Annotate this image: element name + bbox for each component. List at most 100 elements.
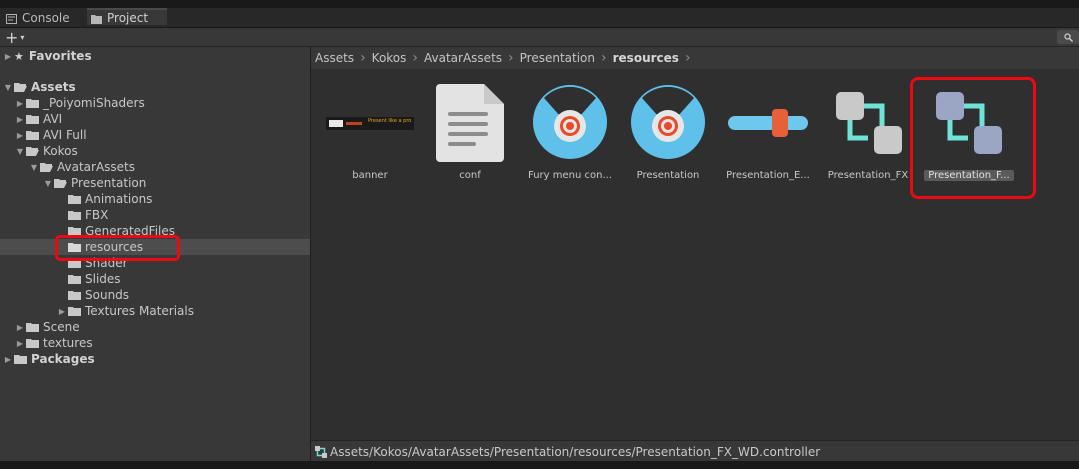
breadcrumb-item[interactable]: Presentation bbox=[520, 51, 595, 65]
search-button[interactable] bbox=[1057, 30, 1079, 44]
tree-item-label: Textures Materials bbox=[85, 304, 194, 318]
tree-item-label: Sounds bbox=[85, 288, 130, 302]
create-button[interactable]: + ▾ bbox=[5, 27, 25, 47]
tree-item-label: Kokos bbox=[43, 144, 78, 158]
tree-item-sounds[interactable]: Sounds bbox=[0, 287, 310, 303]
tree-item-label: AVI Full bbox=[43, 128, 87, 142]
tree-assets[interactable]: ▼ Assets bbox=[0, 79, 310, 95]
asset-banner[interactable]: Present like a pro banner bbox=[322, 80, 418, 190]
tree-item-slides[interactable]: Slides bbox=[0, 271, 310, 287]
tab-console[interactable]: Console bbox=[6, 8, 70, 27]
star-icon: ★ bbox=[14, 49, 24, 63]
folder-icon bbox=[26, 338, 39, 348]
window-bottom-strip bbox=[0, 461, 1079, 469]
folder-open-icon bbox=[14, 82, 27, 92]
tree-item-label: textures bbox=[43, 336, 93, 350]
asset-presentation[interactable]: Presentation bbox=[620, 80, 716, 190]
tree-item-scene[interactable]: ▶ Scene bbox=[0, 319, 310, 335]
tree-packages[interactable]: ▶ Packages bbox=[0, 351, 310, 367]
tab-bar: Console Project bbox=[0, 8, 1079, 28]
tree-item-label: Presentation bbox=[71, 176, 147, 190]
tab-project[interactable]: Project bbox=[87, 8, 167, 25]
folder-icon bbox=[68, 290, 81, 300]
avatar-mask-icon bbox=[631, 85, 705, 159]
status-bar: Assets/Kokos/AvatarAssets/Presentation/r… bbox=[311, 440, 1079, 462]
tree-item-avi[interactable]: ▶ AVI bbox=[0, 111, 310, 127]
tree-item-label: FBX bbox=[85, 208, 109, 222]
folder-icon bbox=[26, 98, 39, 108]
highlight-resources-folder bbox=[55, 235, 180, 261]
tree-packages-label: Packages bbox=[31, 352, 95, 366]
folder-icon bbox=[68, 194, 81, 204]
chevron-right-icon: › bbox=[508, 50, 514, 66]
capsule-icon bbox=[728, 109, 808, 137]
tree-item-poiyomi[interactable]: ▶ _PoiyomiShaders bbox=[0, 95, 310, 111]
tree-item-label: Scene bbox=[43, 320, 80, 334]
tree-item-label: Animations bbox=[85, 192, 153, 206]
tree-item-presentation[interactable]: ▼ Presentation bbox=[0, 175, 310, 191]
search-icon bbox=[1063, 32, 1073, 42]
chevron-right-icon: › bbox=[412, 50, 419, 66]
tree-item-kokos[interactable]: ▼ Kokos bbox=[0, 143, 310, 159]
tree-item-avatarassets[interactable]: ▼ AvatarAssets bbox=[0, 159, 310, 175]
asset-fury-menu[interactable]: Fury menu con... bbox=[522, 80, 618, 190]
project-toolbar: + ▾ bbox=[0, 28, 1079, 47]
chevron-down-icon[interactable]: ▼ bbox=[42, 179, 54, 188]
chevron-right-icon[interactable]: ▶ bbox=[14, 115, 26, 124]
chevron-down-icon[interactable]: ▼ bbox=[28, 163, 40, 172]
chevron-down-icon: ▾ bbox=[20, 32, 25, 42]
chevron-down-icon[interactable]: ▼ bbox=[14, 147, 26, 156]
chevron-right-icon: › bbox=[684, 50, 691, 66]
banner-thumbnail: Present like a pro bbox=[326, 117, 414, 130]
folder-icon bbox=[26, 114, 39, 124]
folder-icon bbox=[26, 130, 39, 140]
folder-icon bbox=[14, 354, 27, 364]
chevron-right-icon[interactable]: ▶ bbox=[2, 52, 14, 61]
tree-item-animations[interactable]: Animations bbox=[0, 191, 310, 207]
asset-presentation-e[interactable]: Presentation_E... bbox=[720, 80, 816, 190]
document-icon bbox=[436, 84, 504, 162]
highlight-selected-asset bbox=[910, 77, 1036, 199]
chevron-down-icon[interactable]: ▼ bbox=[2, 83, 14, 92]
chevron-right-icon[interactable]: ▶ bbox=[14, 99, 26, 108]
banner-thumbnail-text: Present like a pro bbox=[368, 118, 412, 124]
chevron-right-icon[interactable]: ▶ bbox=[14, 323, 26, 332]
folder-icon bbox=[68, 306, 81, 316]
chevron-right-icon[interactable]: ▶ bbox=[56, 307, 68, 316]
breadcrumb: Assets › Kokos › AvatarAssets › Presenta… bbox=[311, 47, 1079, 69]
tree-item-label: Slides bbox=[85, 272, 121, 286]
breadcrumb-item[interactable]: Assets bbox=[315, 51, 354, 65]
asset-conf[interactable]: conf bbox=[422, 80, 518, 190]
folder-icon bbox=[68, 210, 81, 220]
folder-open-icon bbox=[54, 178, 67, 188]
asset-presentation-fx[interactable]: Presentation_FX bbox=[820, 80, 916, 190]
asset-label: banner bbox=[352, 170, 388, 181]
folder-open-icon bbox=[26, 146, 39, 156]
breadcrumb-item[interactable]: Kokos bbox=[372, 51, 407, 65]
animator-controller-icon bbox=[315, 445, 327, 458]
tree-favorites-label: Favorites bbox=[28, 49, 92, 63]
animator-controller-icon bbox=[836, 92, 902, 154]
breadcrumb-item[interactable]: AvatarAssets bbox=[424, 51, 502, 65]
asset-label: Presentation_FX bbox=[827, 170, 909, 181]
chevron-right-icon: › bbox=[360, 50, 366, 66]
selected-asset-path: Assets/Kokos/AvatarAssets/Presentation/r… bbox=[330, 444, 821, 459]
tree-item-textures[interactable]: ▶ textures bbox=[0, 335, 310, 351]
breadcrumb-item[interactable]: resources bbox=[613, 51, 679, 65]
tree-item-fbx[interactable]: FBX bbox=[0, 207, 310, 223]
tree-item-textures-materials[interactable]: ▶ Textures Materials bbox=[0, 303, 310, 319]
chevron-right-icon[interactable]: ▶ bbox=[2, 355, 14, 364]
folder-icon bbox=[91, 13, 102, 24]
tree-item-label: AvatarAssets bbox=[57, 160, 136, 174]
tree-item-label: AVI bbox=[43, 112, 63, 126]
chevron-right-icon[interactable]: ▶ bbox=[14, 131, 26, 140]
tree-favorites[interactable]: ▶ ★ Favorites bbox=[0, 48, 310, 64]
tree-item-avi-full[interactable]: ▶ AVI Full bbox=[0, 127, 310, 143]
plus-icon: + bbox=[5, 27, 19, 47]
folder-icon bbox=[26, 322, 39, 332]
console-icon bbox=[6, 13, 17, 24]
tree-assets-label: Assets bbox=[31, 80, 76, 94]
chevron-right-icon[interactable]: ▶ bbox=[14, 339, 26, 348]
avatar-mask-icon bbox=[533, 85, 607, 159]
asset-label: conf bbox=[459, 170, 481, 181]
